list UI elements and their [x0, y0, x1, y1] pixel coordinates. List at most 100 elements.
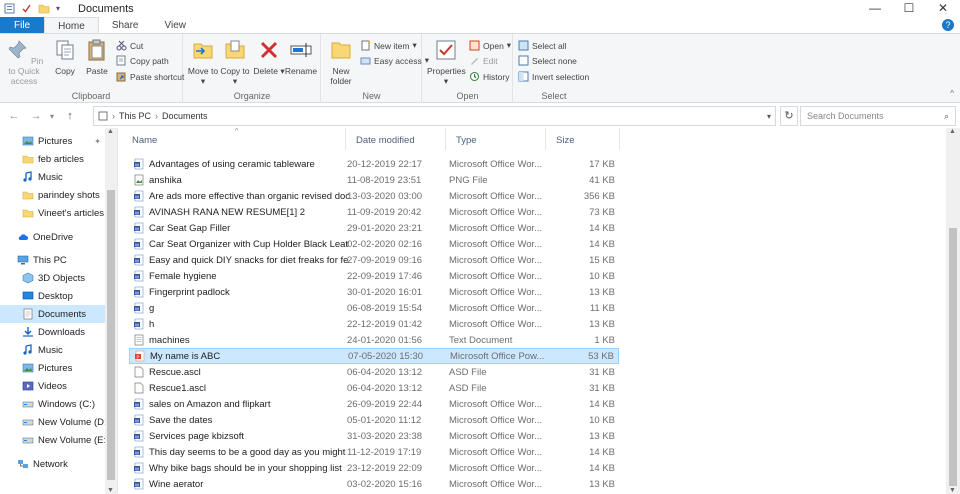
collapse-ribbon-icon[interactable]: ^ — [950, 89, 954, 98]
nav-item-feb-articles[interactable]: feb articles — [0, 150, 105, 168]
nav-item-pictures[interactable]: Pictures — [0, 359, 105, 377]
properties-icon[interactable] — [4, 3, 15, 14]
nav-scroll-down-icon[interactable]: ▼ — [107, 487, 114, 494]
file-row[interactable]: W Wine aerator 03-02-2020 15:16 Microsoft O… — [129, 476, 619, 492]
file-row[interactable]: W This day seems to be a good day as you … — [129, 444, 619, 460]
minimize-button[interactable]: — — [858, 0, 892, 17]
breadcrumb-documents[interactable]: Documents — [162, 111, 208, 121]
nav-scroll-thumb[interactable] — [107, 190, 115, 480]
invert-selection-button[interactable]: Invert selection — [518, 71, 589, 82]
nav-item-documents[interactable]: Documents — [0, 305, 105, 323]
check-icon[interactable] — [21, 3, 32, 14]
file-row[interactable]: W Save the dates 05-01-2020 11:12 Microsoft… — [129, 412, 619, 428]
address-bar[interactable]: › This PC › Documents ▾ — [93, 106, 776, 126]
scroll-thumb[interactable] — [949, 228, 957, 486]
new-folder-button[interactable]: New folder — [324, 38, 358, 86]
edit-button[interactable]: Edit — [469, 55, 498, 66]
recent-locations-icon[interactable]: ▾ — [44, 112, 60, 121]
nav-item-onedrive[interactable]: OneDrive — [0, 228, 105, 246]
properties-button[interactable]: Properties ▾ — [427, 38, 466, 86]
rename-button[interactable]: Rename — [284, 38, 318, 76]
pin-to-quick-access-button[interactable]: Pin to Quick access — [4, 38, 44, 86]
paste-shortcut-button[interactable]: Paste shortcut — [116, 71, 184, 82]
new-item-button[interactable]: New item ▾ — [360, 40, 417, 51]
copy-to-button[interactable]: Copy to ▾ — [218, 38, 252, 86]
file-size: 14 KB — [589, 446, 615, 458]
select-all-button[interactable]: Select all — [518, 40, 567, 51]
nav-scrollbar[interactable]: ▲ ▼ — [105, 128, 117, 494]
nav-item-music[interactable]: Music — [0, 341, 105, 359]
file-row[interactable]: W Easy and quick DIY snacks for diet frea… — [129, 252, 619, 268]
file-row[interactable]: W AVINASH RANA NEW RESUME[1] 2 11-09-2019 … — [129, 204, 619, 220]
scroll-down-icon[interactable]: ▼ — [949, 487, 956, 494]
file-type: Microsoft Office Wor... — [449, 190, 543, 202]
copy-path-button[interactable]: Copy path — [116, 55, 169, 66]
file-row[interactable]: Wh 22-12-2019 01:42 Microsoft Office Wor..… — [129, 316, 619, 332]
column-date-modified[interactable]: Date modified — [346, 128, 446, 150]
file-row[interactable]: W Advantages of using ceramic tableware 20… — [129, 156, 619, 172]
address-dropdown-icon[interactable]: ▾ — [767, 112, 771, 121]
open-button[interactable]: Open ▾ — [469, 40, 511, 51]
file-row[interactable]: Wg 06-08-2019 15:54 Microsoft Office Wor..… — [129, 300, 619, 316]
nav-item-3d-objects[interactable]: 3D Objects — [0, 269, 105, 287]
file-list-scrollbar[interactable]: ▲ ▼ — [946, 128, 960, 494]
file-row[interactable]: W Fingerprint padlock 30-01-2020 16:01 Micr… — [129, 284, 619, 300]
history-button[interactable]: History — [469, 71, 509, 82]
breadcrumb-this-pc[interactable]: This PC — [119, 111, 151, 121]
select-none-button[interactable]: Select none — [518, 55, 577, 66]
tab-file[interactable]: File — [0, 17, 45, 33]
column-name[interactable]: Name — [122, 128, 346, 150]
nav-item-pictures[interactable]: ✦ Pictures — [0, 132, 105, 150]
easy-access-button[interactable]: Easy access ▾ — [360, 55, 429, 66]
nav-item-downloads[interactable]: Downloads — [0, 323, 105, 341]
nav-item-label: Network — [33, 458, 68, 470]
cut-button[interactable]: Cut — [116, 40, 143, 51]
file-row[interactable]: anshika 11-08-2019 23:51 PNG File 41 KB — [129, 172, 619, 188]
edit-icon — [471, 58, 478, 65]
column-type[interactable]: Type — [446, 128, 546, 150]
nav-item-vineet-s-articles[interactable]: Vineet's articles — [0, 204, 105, 222]
file-row[interactable]: W Services page kbizsoft 31-03-2020 23:38 M… — [129, 428, 619, 444]
help-icon[interactable]: ? — [942, 19, 954, 31]
tab-home[interactable]: Home — [44, 17, 99, 33]
folder-icon[interactable] — [38, 3, 50, 14]
qat-dropdown-icon[interactable]: ▾ — [56, 4, 60, 13]
close-button[interactable]: ✕ — [926, 0, 960, 17]
nav-item-music[interactable]: Music — [0, 168, 105, 186]
file-row[interactable]: P My name is ABC 07-05-2020 15:30 Microsoft… — [129, 348, 619, 364]
nav-item-new-volume-e[interactable]: New Volume (E:) — [0, 431, 109, 449]
file-row[interactable]: W Car Seat Gap Filler 29-01-2020 23:21 Micr… — [129, 220, 619, 236]
copy-button[interactable]: Copy — [48, 38, 82, 76]
nav-item-this-pc[interactable]: This PC — [0, 251, 105, 269]
file-row[interactable]: W Why bike bags should be in your shoppin… — [129, 460, 619, 476]
nav-item-network[interactable]: Network — [0, 455, 105, 473]
paste-button[interactable]: Paste — [80, 38, 114, 76]
file-row[interactable]: Wsales on Amazon and flipkart 26-09-2019 … — [129, 396, 619, 412]
search-input[interactable]: Search Documents ⌕ — [800, 106, 956, 126]
maximize-button[interactable]: ☐ — [892, 0, 926, 17]
file-row[interactable]: Rescue.ascl 06-04-2020 13:12 ASD File 31 KB — [129, 364, 619, 380]
file-row[interactable]: Rescue1.ascl 06-04-2020 13:12 ASD File 31 K… — [129, 380, 619, 396]
nav-item-desktop[interactable]: Desktop — [0, 287, 105, 305]
refresh-button[interactable]: ↻ — [780, 106, 798, 126]
file-row[interactable]: W Female hygiene 22-09-2019 17:46 Microsoft… — [129, 268, 619, 284]
file-row[interactable]: W Car Seat Organizer with Cup Holder Blac… — [129, 236, 619, 252]
nav-item-new-volume-d[interactable]: New Volume (D:) — [0, 413, 110, 431]
nav-item-windows-c[interactable]: Windows (C:) — [0, 395, 105, 413]
back-button[interactable]: ← — [6, 110, 22, 122]
delete-button[interactable]: Delete ▾ — [252, 38, 286, 76]
scroll-up-icon[interactable]: ▲ — [949, 128, 956, 135]
forward-button[interactable]: → — [28, 110, 44, 122]
file-date: 11-09-2019 20:42 — [347, 206, 422, 218]
tab-share[interactable]: Share — [99, 17, 152, 33]
open-icon — [469, 40, 480, 51]
nav-scroll-up-icon[interactable]: ▲ — [107, 128, 114, 135]
file-row[interactable]: W Are ads more effective than organic rev… — [129, 188, 619, 204]
tab-view[interactable]: View — [152, 17, 200, 33]
move-to-button[interactable]: Move to ▾ — [186, 38, 220, 86]
nav-item-parindey-shots[interactable]: parindey shots — [0, 186, 105, 204]
file-row[interactable]: machines 24-01-2020 01:56 Text Document 1 K… — [129, 332, 619, 348]
column-size[interactable]: Size — [546, 128, 620, 150]
up-button[interactable]: ↑ — [62, 110, 78, 122]
nav-item-videos[interactable]: Videos — [0, 377, 105, 395]
